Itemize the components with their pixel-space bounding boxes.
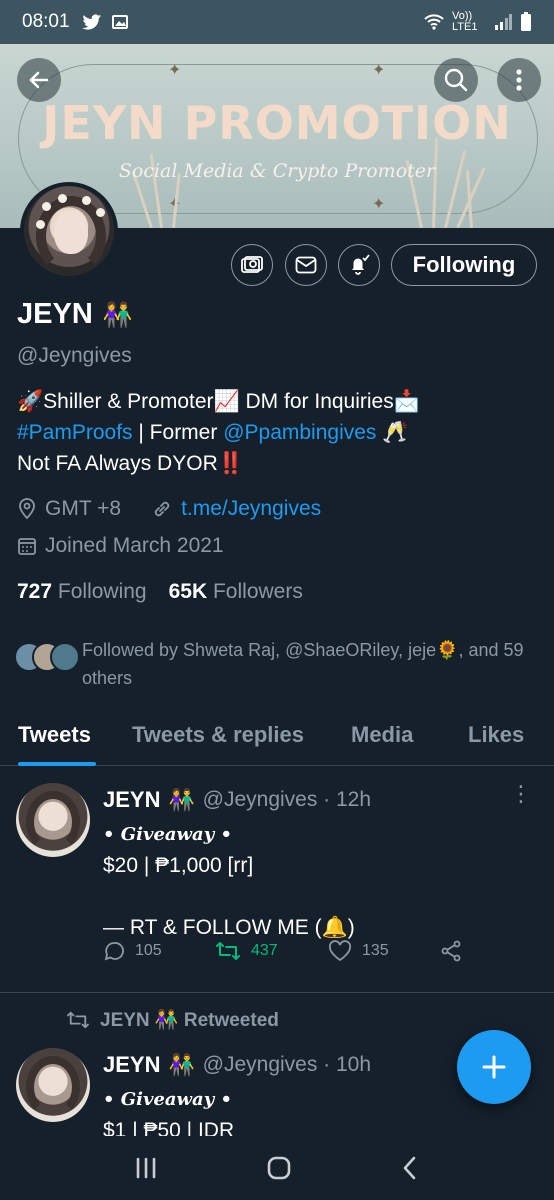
more-vertical-icon <box>516 69 522 91</box>
banner-star-icon: ✦ <box>372 196 386 213</box>
status-time: 08:01 <box>22 11 70 32</box>
retweeted-by: JEYN 👫 Retweeted <box>100 1010 279 1031</box>
tweet-header: JEYN 👫 @Jeyngives · 12h <box>103 787 372 812</box>
mention-link[interactable]: @Ppambingives <box>223 421 376 444</box>
tab-media[interactable]: Media <box>351 708 413 748</box>
camera-icon <box>241 256 263 273</box>
profile-website[interactable]: t.me/Jeyngives <box>181 497 321 521</box>
like-button[interactable]: 135 <box>328 940 389 962</box>
retweet-label: JEYN 👫 Retweeted <box>66 1008 279 1032</box>
home-icon[interactable] <box>266 1155 292 1181</box>
share-button[interactable] <box>440 940 462 962</box>
heart-icon <box>328 940 352 962</box>
followed-by[interactable]: Followed by Shweta Raj, @ShaeORiley, jej… <box>14 636 544 692</box>
tweet-more-icon[interactable]: ⋮ <box>510 783 532 805</box>
search-button[interactable] <box>434 58 478 102</box>
tweet-avatar[interactable] <box>16 783 90 857</box>
notifications-button[interactable] <box>338 244 380 286</box>
retweet-small-icon <box>67 1011 89 1029</box>
share-icon <box>441 940 461 962</box>
tweet-author-name: JEYN <box>103 1052 161 1077</box>
tweet-handle-time: @Jeyngives · 12h <box>202 788 372 811</box>
mail-icon <box>295 256 317 274</box>
followed-by-text: Followed by Shweta Raj, @ShaeORiley, jej… <box>82 640 524 688</box>
profile-name: JEYN <box>17 298 93 330</box>
profile-name-row: JEYN 👫 <box>17 298 133 331</box>
network-label: Vo)) LTE1 <box>452 10 478 33</box>
profile-joined-row: Joined March 2021 <box>17 534 224 558</box>
profile-tabs: Tweets Tweets & replies Media Likes <box>0 708 554 766</box>
status-bar: 08:01 Vo)) LTE1 <box>0 0 554 44</box>
bio-line-1: 🚀Shiller & Promoter📈 DM for Inquiries📩 <box>17 390 420 413</box>
banner-star-icon: ✦ <box>372 62 386 79</box>
system-nav-bar <box>0 1136 554 1200</box>
back-button[interactable] <box>17 58 61 102</box>
signal-icon <box>495 14 512 30</box>
link-icon <box>154 501 170 517</box>
profile-bio: 🚀Shiller & Promoter📈 DM for Inquiries📩 #… <box>17 386 537 479</box>
profile-stats: 727 Following 65K Followers <box>17 580 303 604</box>
recent-apps-icon[interactable] <box>133 1156 159 1180</box>
back-nav-icon[interactable] <box>399 1155 421 1181</box>
profile-joined: Joined March 2021 <box>45 534 224 557</box>
tweet-author-name: JEYN <box>103 787 161 812</box>
tweet[interactable]: JEYN 👫 @Jeyngives · 12h ⋮ • 𝑮𝒊𝒗𝒆𝒂𝒘𝒂𝒚 • $… <box>0 767 554 993</box>
reply-button[interactable]: 105 <box>103 940 162 962</box>
bio-line-3: Not FA Always DYOR‼️ <box>17 452 244 475</box>
following-stat[interactable]: 727 Following <box>17 580 147 604</box>
tweet-header: JEYN 👫 @Jeyngives · 10h <box>103 1052 372 1077</box>
banner-subtitle: Social Media & Crypto Promoter <box>118 160 436 182</box>
profile-location: GMT +8 <box>45 497 122 520</box>
camera-button[interactable] <box>231 244 273 286</box>
active-tab-indicator <box>18 762 96 766</box>
search-icon <box>444 68 468 92</box>
battery-icon <box>521 12 531 31</box>
profile-handle: @Jeyngives <box>17 344 132 367</box>
followers-avatars <box>14 642 80 676</box>
tab-tweets[interactable]: Tweets <box>18 708 91 748</box>
image-icon <box>111 15 128 29</box>
calendar-icon <box>18 538 36 555</box>
hashtag-link[interactable]: #PamProofs <box>17 421 133 444</box>
banner-star-icon: ✦ <box>168 62 182 79</box>
following-button[interactable]: Following <box>391 244 537 286</box>
profile-avatar[interactable] <box>20 182 118 280</box>
profile-meta-row: GMT +8 t.me/Jeyngives <box>17 497 321 521</box>
bio-line-2: #PamProofs | Former @Ppambingives 🥂 <box>17 421 409 444</box>
tweet-text: • 𝑮𝒊𝒗𝒆𝒂𝒘𝒂𝒚 • $20 | ₱1,000 [rr] — RT & FO… <box>103 824 355 939</box>
retweet-button[interactable]: 437 <box>215 940 278 962</box>
tab-tweets-replies[interactable]: Tweets & replies <box>132 708 304 748</box>
reply-icon <box>104 942 124 961</box>
banner-title: JEYN PROMOTION <box>42 96 512 150</box>
bell-notification-icon <box>352 254 370 275</box>
tweet-avatar[interactable] <box>16 1048 90 1122</box>
more-button[interactable] <box>497 58 541 102</box>
plus-icon <box>482 1055 506 1079</box>
compose-tweet-button[interactable] <box>457 1030 531 1104</box>
wifi-icon <box>424 14 444 30</box>
arrow-left-icon <box>29 71 49 89</box>
message-button[interactable] <box>285 244 327 286</box>
twitter-icon <box>81 13 101 30</box>
retweet-icon <box>216 942 240 960</box>
tweet-handle-time: @Jeyngives · 10h <box>202 1053 372 1076</box>
tab-likes[interactable]: Likes <box>468 708 524 748</box>
followers-stat[interactable]: 65K Followers <box>169 580 303 604</box>
location-icon <box>19 498 35 520</box>
couple-emoji: 👫 <box>102 300 133 329</box>
